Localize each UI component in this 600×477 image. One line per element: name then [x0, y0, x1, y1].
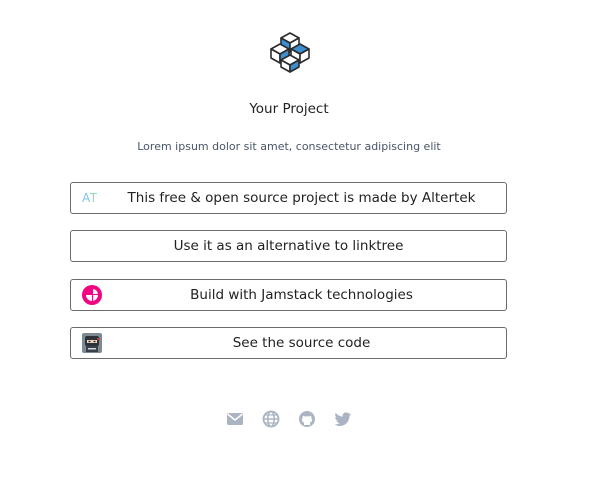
link-label: Build with Jamstack technologies [190, 287, 413, 303]
link-button-jamstack[interactable]: Build with Jamstack technologies [70, 279, 507, 311]
social-links [224, 410, 354, 428]
link-button-altertek[interactable]: AT This free & open source project is ma… [70, 182, 507, 214]
link-button-source-code[interactable]: See the source code [70, 327, 507, 359]
link-label: See the source code [232, 335, 371, 351]
link-label: Use it as an alternative to linktree [173, 238, 404, 254]
page: Your Project Lorem ipsum dolor sit amet,… [0, 0, 600, 477]
link-button-linktree-alternative[interactable]: Use it as an alternative to linktree [70, 230, 507, 262]
cubes-logo-icon [270, 32, 310, 73]
github-icon[interactable] [298, 410, 316, 428]
twitter-icon[interactable] [334, 410, 352, 428]
mail-icon[interactable] [226, 410, 244, 428]
page-subtitle: Lorem ipsum dolor sit amet, consectetur … [137, 140, 441, 153]
globe-icon[interactable] [262, 410, 280, 428]
page-title: Your Project [249, 101, 329, 117]
link-label: This free & open source project is made … [127, 190, 476, 206]
